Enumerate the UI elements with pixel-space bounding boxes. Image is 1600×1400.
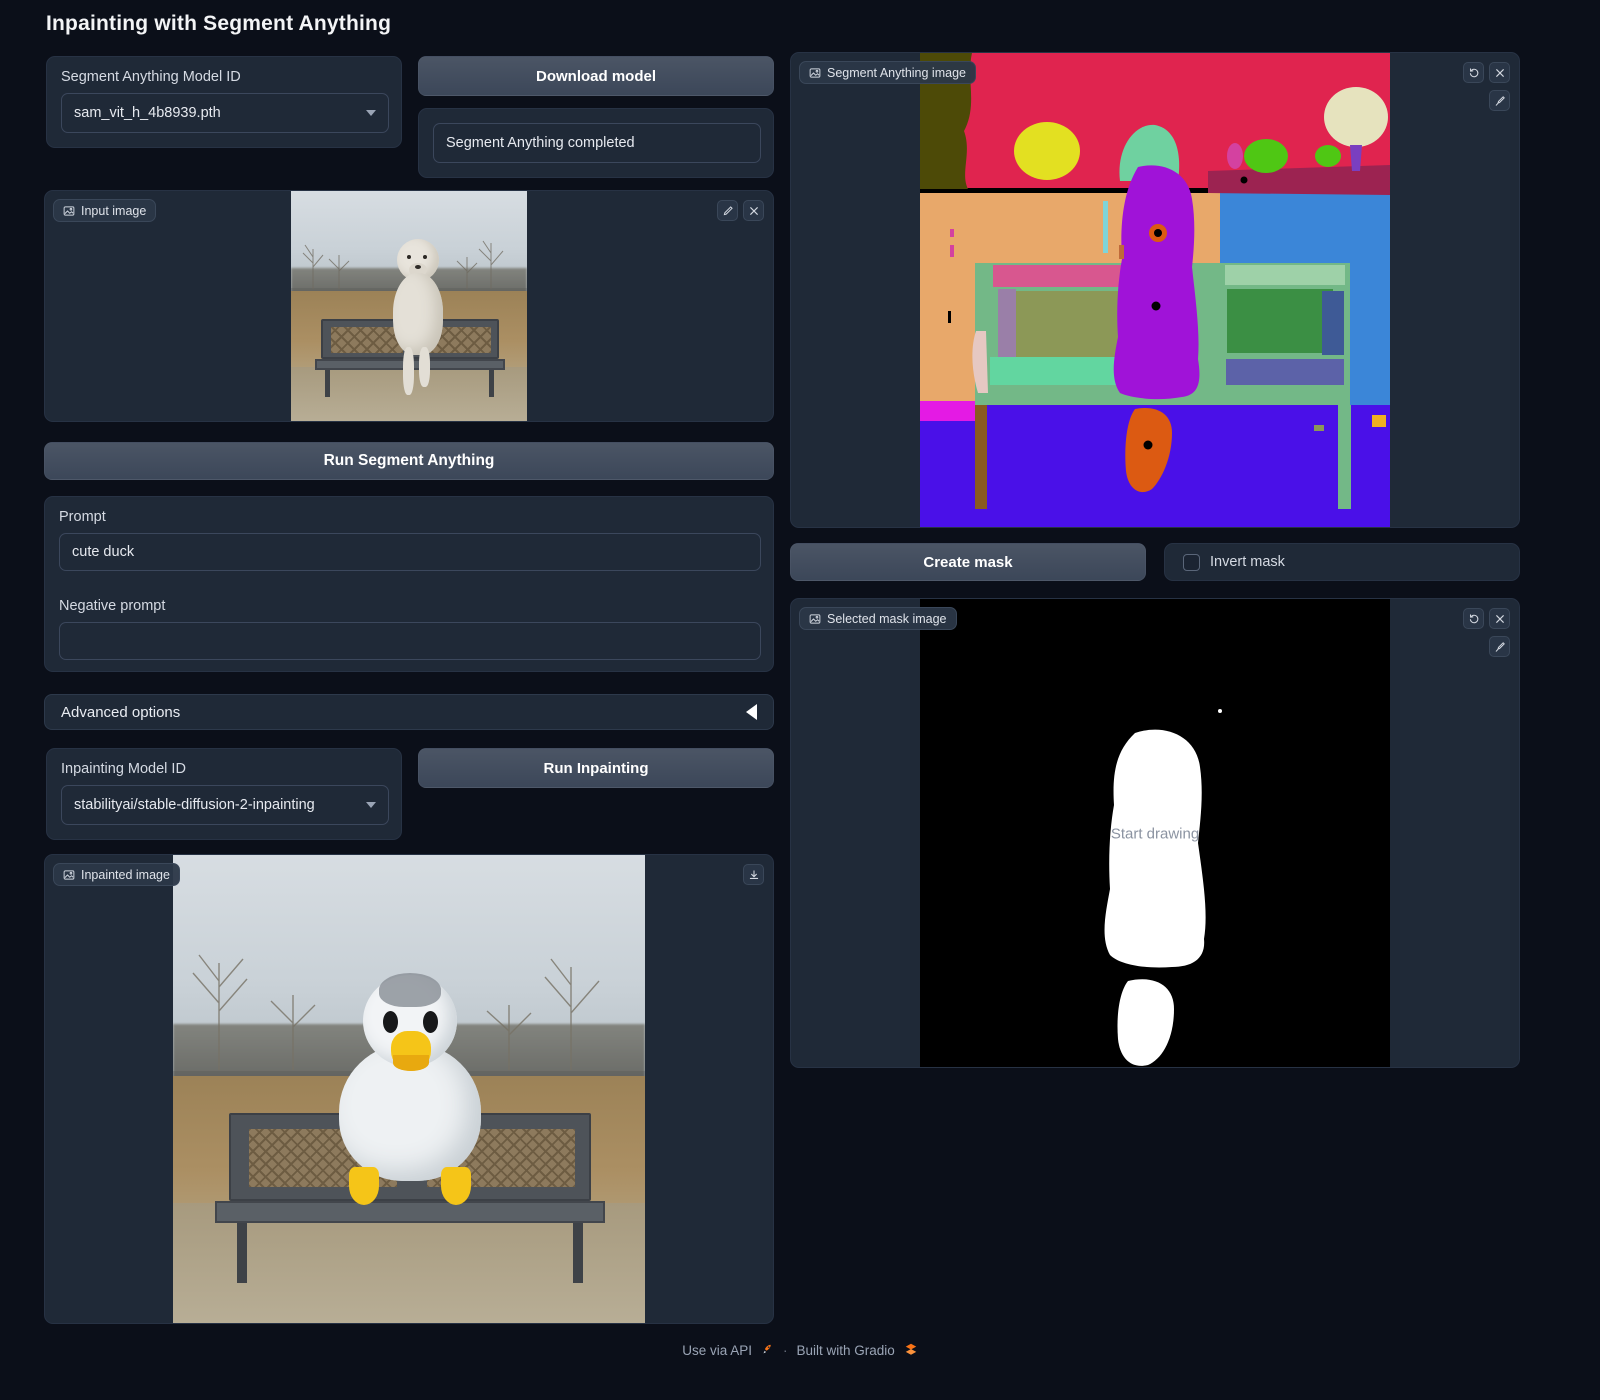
invert-mask-row[interactable]: Invert mask [1165, 544, 1519, 580]
inpainted-image-toolbar[interactable] [743, 864, 764, 885]
undo-icon[interactable] [1463, 608, 1484, 629]
prompt-input[interactable]: cute duck [59, 533, 761, 571]
input-image-badge: Input image [53, 199, 156, 222]
input-image-toolbar[interactable] [717, 200, 764, 221]
footer: Use via API · Built with Gradio [0, 1342, 1600, 1359]
selected-mask-image-panel[interactable]: Selected mask image [790, 598, 1520, 1068]
inpainted-image-canvas [45, 855, 773, 1323]
inpaint-model-group: Inpainting Model ID stabilityai/stable-d… [46, 748, 402, 840]
sam-status-textbox[interactable]: Segment Anything completed [433, 123, 761, 163]
input-photo [291, 191, 527, 422]
advanced-options-label: Advanced options [61, 704, 180, 721]
invert-mask-checkbox[interactable] [1183, 554, 1200, 571]
triangle-left-icon [746, 704, 757, 720]
segmentation-svg [920, 53, 1390, 528]
inpainted-image-badge-label: Inpainted image [81, 868, 170, 882]
gradio-logo-icon [904, 1342, 918, 1359]
image-icon [63, 869, 75, 881]
use-via-api-link[interactable]: Use via API [682, 1343, 752, 1358]
negative-prompt-label: Negative prompt [59, 598, 165, 614]
inpaint-model-label: Inpainting Model ID [61, 761, 186, 777]
invert-mask-group[interactable]: Invert mask [1164, 543, 1520, 581]
inpainted-image-panel[interactable]: Inpainted image [44, 854, 774, 1324]
chevron-down-icon [366, 110, 376, 116]
input-image-panel[interactable]: Input image [44, 190, 774, 422]
download-icon[interactable] [743, 864, 764, 885]
rocket-icon [761, 1343, 774, 1359]
selected-mask-image-badge: Selected mask image [799, 607, 957, 630]
advanced-options-accordion[interactable]: Advanced options [44, 694, 774, 730]
selected-mask-image-badge-label: Selected mask image [827, 612, 947, 626]
sam-model-value: sam_vit_h_4b8939.pth [74, 105, 221, 121]
image-icon [809, 613, 821, 625]
segment-anything-image-badge-label: Segment Anything image [827, 66, 966, 80]
sam-model-label: Segment Anything Model ID [61, 69, 241, 85]
footer-separator: · [783, 1343, 788, 1358]
run-segment-anything-button[interactable]: Run Segment Anything [44, 442, 774, 480]
inpainted-photo [173, 855, 645, 1324]
segment-anything-canvas [791, 53, 1519, 527]
segment-anything-toolbar[interactable] [1463, 62, 1510, 83]
input-image-canvas [45, 191, 773, 421]
close-icon[interactable] [743, 200, 764, 221]
image-icon [809, 67, 821, 79]
selected-mask-canvas[interactable]: Start drawing [791, 599, 1519, 1067]
download-model-button[interactable]: Download model [418, 56, 774, 96]
status-group: Segment Anything completed [418, 108, 774, 178]
mask-bitmap: Start drawing [920, 599, 1390, 1068]
inpaint-model-value: stabilityai/stable-diffusion-2-inpaintin… [74, 797, 315, 813]
segment-anything-brush-toolbar[interactable] [1489, 90, 1510, 111]
sam-model-dropdown[interactable]: sam_vit_h_4b8939.pth [61, 93, 389, 133]
built-with-gradio-link[interactable]: Built with Gradio [796, 1343, 894, 1358]
create-mask-button[interactable]: Create mask [790, 543, 1146, 581]
mask-svg [920, 599, 1390, 1068]
close-icon[interactable] [1489, 62, 1510, 83]
inpaint-model-dropdown[interactable]: stabilityai/stable-diffusion-2-inpaintin… [61, 785, 389, 825]
selected-mask-toolbar[interactable] [1463, 608, 1510, 629]
brush-icon[interactable] [1489, 90, 1510, 111]
inpainted-image-badge: Inpainted image [53, 863, 180, 886]
negative-prompt-input[interactable] [59, 622, 761, 660]
invert-mask-label: Invert mask [1210, 554, 1285, 570]
undo-icon[interactable] [1463, 62, 1484, 83]
input-image-badge-label: Input image [81, 204, 146, 218]
segmentation-map [920, 53, 1390, 528]
page-title: Inpainting with Segment Anything [46, 12, 391, 36]
sam-model-group: Segment Anything Model ID sam_vit_h_4b89… [46, 56, 402, 148]
prompt-label: Prompt [59, 509, 106, 525]
gradio-app: Inpainting with Segment Anything Segment… [0, 0, 1600, 1400]
pencil-icon[interactable] [717, 200, 738, 221]
segment-anything-image-badge: Segment Anything image [799, 61, 976, 84]
chevron-down-icon [366, 802, 376, 808]
run-inpainting-button[interactable]: Run Inpainting [418, 748, 774, 788]
selected-mask-brush-toolbar[interactable] [1489, 636, 1510, 657]
segment-anything-image-panel[interactable]: Segment Anything image [790, 52, 1520, 528]
brush-icon[interactable] [1489, 636, 1510, 657]
image-icon [63, 205, 75, 217]
close-icon[interactable] [1489, 608, 1510, 629]
prompt-group: Prompt cute duck Negative prompt [44, 496, 774, 672]
